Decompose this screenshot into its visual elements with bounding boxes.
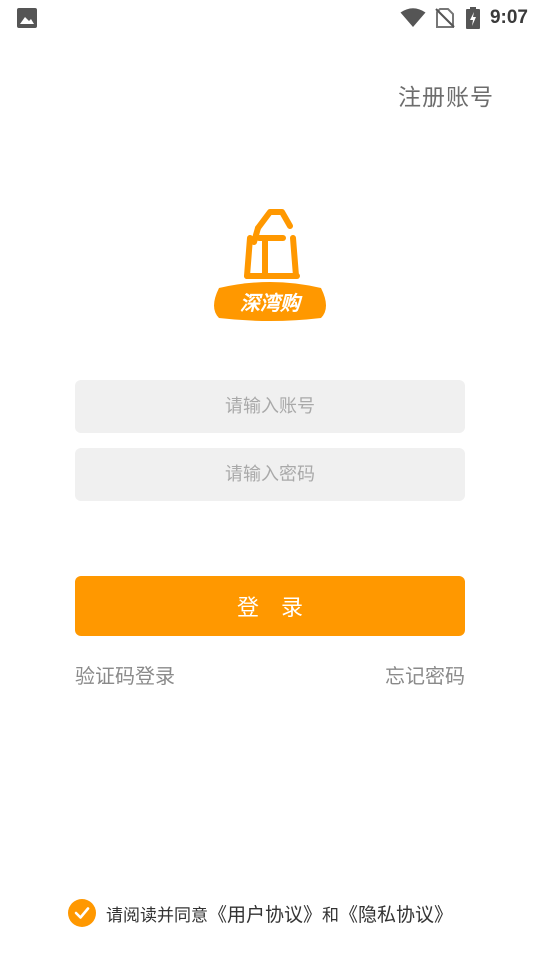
login-button[interactable]: 登 录 [75, 576, 465, 636]
app-logo: 深湾购 [214, 209, 326, 321]
agreement-checkbox[interactable] [68, 899, 96, 927]
no-sim-icon [435, 8, 455, 28]
register-account-link[interactable]: 注册账号 [398, 78, 494, 112]
status-icons: 9:07 [400, 6, 528, 30]
account-input[interactable] [75, 380, 465, 433]
user-agreement-link[interactable]: 《用户协议》 [208, 900, 322, 927]
battery-charging-icon [465, 7, 480, 29]
shopping-bag-icon [244, 209, 300, 279]
forgot-password-link[interactable]: 忘记密码 [385, 660, 465, 689]
agreement-prefix: 请阅读并同意 [106, 905, 208, 926]
wifi-icon [400, 8, 426, 27]
checkmark-icon [74, 907, 90, 919]
logo-text: 深湾购 [240, 291, 303, 315]
agreement-and: 和 [322, 905, 340, 926]
gallery-icon [17, 8, 37, 28]
password-input[interactable] [75, 448, 465, 501]
privacy-agreement-link[interactable]: 《隐私协议》 [339, 900, 453, 927]
status-bar: 9:07 [0, 0, 540, 36]
status-time: 9:07 [489, 7, 528, 28]
agreement-row: 请阅读并同意 《用户协议》 和 《隐私协议》 [68, 897, 453, 929]
sms-code-login-link[interactable]: 验证码登录 [75, 660, 175, 689]
